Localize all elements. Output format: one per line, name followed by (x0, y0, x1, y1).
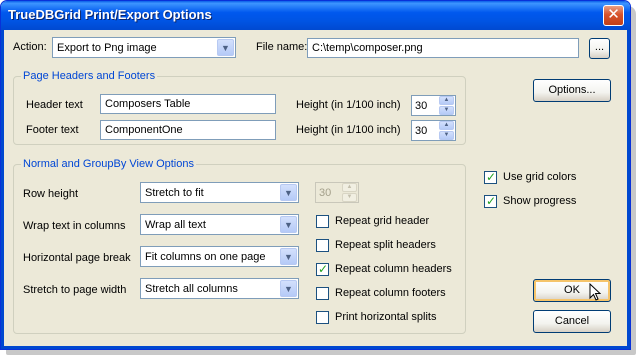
title-bar: TrueDBGrid Print/Export Options ✕ (1, 1, 630, 30)
chevron-down-icon[interactable]: ▼ (280, 280, 297, 297)
header-height-label: Height (in 1/100 inch) (296, 99, 401, 111)
spin-down-icon[interactable]: ▼ (439, 131, 454, 140)
window-frame-bottom (1, 346, 630, 349)
repeat-split-headers-label: Repeat split headers (335, 239, 436, 251)
show-progress-checkbox[interactable]: ✓ (484, 194, 497, 208)
wrap-text-label: Wrap text in columns (23, 220, 126, 232)
footer-text-label: Footer text (26, 124, 79, 136)
chevron-down-icon[interactable]: ▼ (217, 39, 234, 56)
footer-height-stepper[interactable]: 30 ▲ ▼ (411, 120, 456, 141)
wrap-text-select[interactable]: Wrap all text ▼ (140, 214, 299, 235)
show-progress-label: Show progress (503, 195, 577, 207)
stretch-width-label: Stretch to page width (23, 284, 127, 296)
horizontal-break-select-value: Fit columns on one page (145, 251, 266, 263)
close-button[interactable]: ✕ (603, 5, 624, 26)
spin-up-icon[interactable]: ▲ (342, 183, 357, 192)
action-label: Action: (13, 41, 47, 53)
window-frame-left (1, 30, 4, 349)
header-height-stepper[interactable]: 30 ▲ ▼ (411, 95, 456, 116)
horizontal-break-label: Horizontal page break (23, 252, 131, 264)
row-height-number: 30 (319, 187, 332, 199)
footer-height-label: Height (in 1/100 inch) (296, 124, 401, 136)
row-height-select[interactable]: Stretch to fit ▼ (140, 182, 299, 203)
wrap-text-select-value: Wrap all text (145, 219, 206, 231)
repeat-column-headers-label: Repeat column headers (335, 263, 452, 275)
print-horizontal-splits-checkbox[interactable] (316, 311, 329, 324)
window-frame-right (627, 30, 630, 349)
header-height-value: 30 (415, 100, 428, 112)
footer-height-value: 30 (415, 125, 428, 137)
chevron-down-icon[interactable]: ▼ (280, 184, 297, 201)
repeat-column-footers-checkbox[interactable] (316, 287, 329, 300)
stretch-width-select-value: Stretch all columns (145, 283, 238, 295)
check-mark-icon: ✓ (486, 194, 497, 208)
action-select-value: Export to Png image (57, 42, 157, 54)
row-height-stepper[interactable]: 30 ▲ ▼ (315, 182, 359, 203)
spin-down-icon[interactable]: ▼ (342, 193, 357, 202)
print-horizontal-splits-label: Print horizontal splits (335, 311, 437, 323)
mouse-cursor-icon (589, 283, 601, 301)
filename-field[interactable]: C:\temp\composer.png (307, 38, 579, 58)
repeat-column-headers-checkbox[interactable]: ✓ (316, 262, 329, 276)
chevron-down-icon[interactable]: ▼ (280, 248, 297, 265)
dialog-window: TrueDBGrid Print/Export Options ✕ Action… (0, 0, 631, 350)
view-options-group-title: Normal and GroupBy View Options (21, 157, 196, 171)
browse-button[interactable]: ... (589, 38, 610, 59)
cancel-button[interactable]: Cancel (533, 310, 611, 333)
window-title: TrueDBGrid Print/Export Options (8, 7, 212, 22)
spin-down-icon[interactable]: ▼ (439, 106, 454, 115)
header-text-field[interactable]: Composers Table (100, 94, 276, 114)
repeat-grid-header-label: Repeat grid header (335, 215, 430, 227)
check-mark-icon: ✓ (318, 262, 329, 276)
stretch-width-select[interactable]: Stretch all columns ▼ (140, 278, 299, 299)
spin-up-icon[interactable]: ▲ (439, 121, 454, 130)
horizontal-break-select[interactable]: Fit columns on one page ▼ (140, 246, 299, 267)
chevron-down-icon[interactable]: ▼ (280, 216, 297, 233)
filename-label: File name: (256, 41, 308, 53)
repeat-column-footers-label: Repeat column footers (335, 287, 446, 299)
check-mark-icon: ✓ (486, 170, 497, 184)
use-grid-colors-label: Use grid colors (503, 171, 577, 183)
footer-text-field[interactable]: ComponentOne (100, 120, 276, 140)
header-text-label: Header text (26, 99, 83, 111)
page-headers-group-title: Page Headers and Footers (21, 69, 158, 83)
options-button[interactable]: Options... (533, 79, 611, 102)
repeat-split-headers-checkbox[interactable] (316, 239, 329, 252)
row-height-select-value: Stretch to fit (145, 187, 204, 199)
spin-up-icon[interactable]: ▲ (439, 96, 454, 105)
repeat-grid-header-checkbox[interactable] (316, 215, 329, 228)
use-grid-colors-checkbox[interactable]: ✓ (484, 170, 497, 184)
action-select[interactable]: Export to Png image ▼ (52, 37, 236, 58)
row-height-label: Row height (23, 188, 79, 200)
